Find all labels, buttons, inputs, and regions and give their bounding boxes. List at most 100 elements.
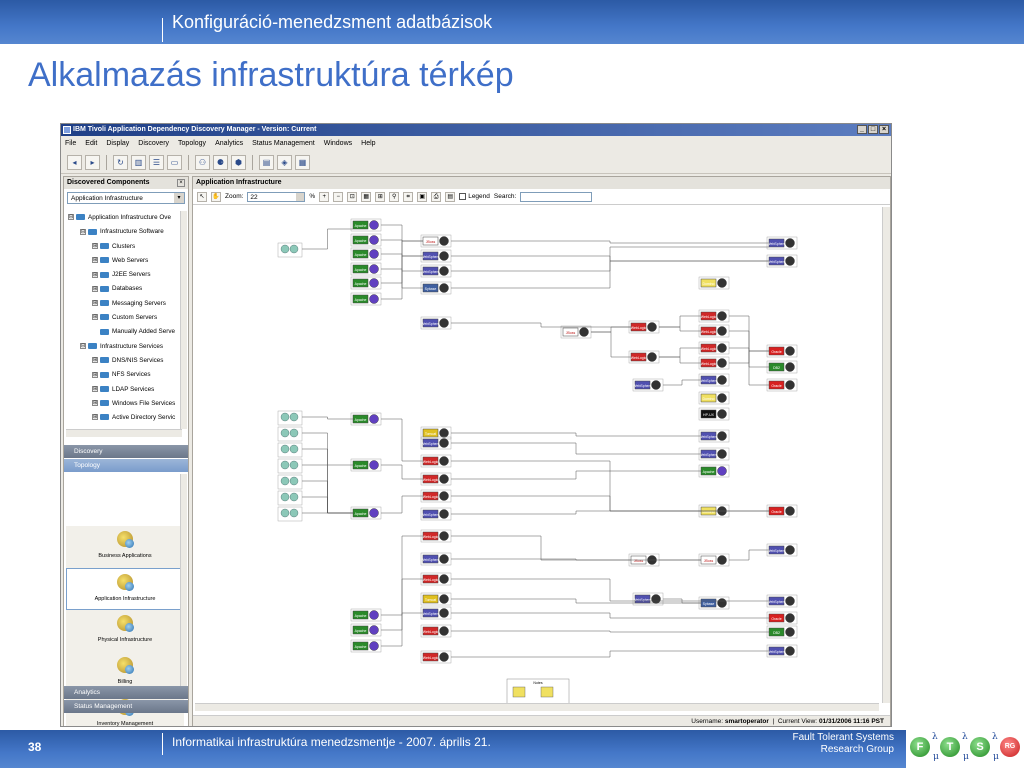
oracle-node[interactable]: Oracle [766, 378, 798, 392]
analytics-icon[interactable]: ▤ [259, 155, 274, 170]
hpux-node[interactable]: HP-UX [698, 407, 730, 421]
folder-icon[interactable]: ▭ [167, 155, 182, 170]
weblogic-node[interactable]: WebLogic [420, 472, 452, 486]
tree-node[interactable]: ⊞ Active Directory Servic [66, 411, 188, 425]
websphere-node[interactable]: WebSphere [632, 378, 664, 392]
tree-node[interactable]: ⊞ Custom Servers [66, 311, 188, 325]
pointer-icon[interactable]: ↖ [197, 191, 207, 202]
maximize-button[interactable]: □ [868, 125, 878, 134]
apache-node[interactable]: Apache [350, 276, 382, 290]
layout-icon[interactable]: ▦ [361, 191, 372, 202]
tomcat-node[interactable]: Tomcat [420, 592, 452, 606]
apache-node[interactable]: Apache [350, 292, 382, 306]
apache-node[interactable]: Apache [350, 233, 382, 247]
minimize-button[interactable]: _ [857, 125, 867, 134]
view-select[interactable]: Application Infrastructure ▾ [67, 192, 185, 204]
apache-node[interactable]: Apache [350, 639, 382, 653]
weblogic-node[interactable]: WebLogic [628, 350, 660, 364]
notes-node[interactable] [540, 686, 554, 698]
expand-icon[interactable]: ⊞ [92, 300, 98, 307]
panel-icon[interactable]: ▥ [131, 155, 146, 170]
sybase-node[interactable]: Sybase [698, 596, 730, 610]
websphere-node[interactable]: WebSphere [766, 594, 798, 608]
tree-node[interactable]: ⊞ NFS Services [66, 368, 188, 382]
canvas-hscrollbar[interactable] [195, 703, 879, 711]
jboss-node[interactable]: JBoss [420, 234, 452, 248]
weblogic-node[interactable]: WebLogic [628, 320, 660, 334]
back-icon[interactable]: ◂ [67, 155, 82, 170]
apache-node[interactable]: Apache [350, 608, 382, 622]
weblogic-node[interactable]: WebLogic [698, 324, 730, 338]
topology-item[interactable]: Physical Infrastructure [66, 610, 184, 652]
expand-icon[interactable]: ⊞ [92, 371, 98, 378]
topology-canvas[interactable]: Apache Apache Apache Apache Apache Apache Apac… [195, 207, 879, 703]
expand-icon[interactable]: ⊞ [92, 257, 98, 264]
tree-hscrollbar[interactable] [66, 429, 182, 437]
tree-node[interactable]: ⊞ LDAP Services [66, 383, 188, 397]
host-group[interactable] [277, 506, 303, 522]
weblogic-node[interactable]: WebLogic [420, 650, 452, 664]
find-icon[interactable]: ⚲ [389, 191, 400, 202]
chevron-down-icon[interactable]: ▾ [174, 193, 184, 203]
highlight-icon[interactable]: ▣ [417, 191, 428, 202]
menu-analytics[interactable]: Analytics [215, 137, 243, 151]
host-group[interactable] [277, 490, 303, 506]
search-input[interactable] [520, 191, 593, 202]
tree-node[interactable]: ⊞ J2EE Servers [66, 268, 188, 282]
domino-node[interactable]: Domino [698, 391, 730, 405]
menu-display[interactable]: Display [106, 137, 129, 151]
tree-node[interactable]: ⊞ Databases [66, 282, 188, 296]
components-icon[interactable]: ⚈ [213, 155, 228, 170]
menu-status-management[interactable]: Status Management [252, 137, 315, 151]
jboss-node[interactable]: JBoss [698, 553, 730, 567]
websphere-node[interactable]: WebSphere [698, 429, 730, 443]
zoom-out-icon[interactable]: − [333, 191, 344, 202]
domino-node[interactable]: Domino [698, 276, 730, 290]
weblogic-node[interactable]: WebLogic [420, 572, 452, 586]
close-panel-icon[interactable]: × [177, 179, 185, 187]
tree-node[interactable]: ⊞ Windows File Services [66, 397, 188, 411]
menu-edit[interactable]: Edit [85, 137, 97, 151]
websphere-node[interactable]: WebSphere [420, 507, 452, 521]
expand-icon[interactable]: ⊞ [92, 285, 98, 292]
print-icon[interactable]: ⎙ [431, 191, 442, 202]
apache-node[interactable]: Apache [350, 247, 382, 261]
zoom-dropdown-icon[interactable] [296, 192, 305, 201]
apache-node[interactable]: Apache [350, 506, 382, 520]
tree-node[interactable]: ⊟ Infrastructure Software [66, 225, 188, 239]
forward-icon[interactable]: ▸ [85, 155, 100, 170]
apache-node[interactable]: Apache [350, 262, 382, 276]
expand-icon[interactable]: ⊞ [92, 357, 98, 364]
notes-node[interactable] [512, 686, 526, 698]
accordion-analytics[interactable]: Analytics [64, 686, 188, 699]
expand-icon[interactable]: ⊟ [80, 228, 86, 235]
pan-hand-icon[interactable]: ✋ [211, 191, 221, 202]
weblogic-node[interactable]: WebLogic [698, 341, 730, 355]
accordion-status-management[interactable]: Status Management [64, 700, 188, 713]
expand-icon[interactable]: ⊞ [92, 400, 98, 407]
websphere-node[interactable]: WebSphere [766, 254, 798, 268]
canvas-vscrollbar[interactable] [882, 207, 890, 703]
topology-scrollbar[interactable] [180, 474, 187, 686]
jboss-node[interactable]: JBoss [560, 325, 592, 339]
fit-icon[interactable]: ⊡ [347, 191, 358, 202]
websphere-node[interactable]: WebSphere [766, 543, 798, 557]
weblogic-node[interactable]: WebLogic [420, 489, 452, 503]
db2-node[interactable]: DB2 [766, 360, 798, 374]
tree-node[interactable]: ⊞ Messaging Servers [66, 297, 188, 311]
weblogic-node[interactable]: WebLogic [698, 356, 730, 370]
close-button[interactable]: × [879, 125, 889, 134]
menu-windows[interactable]: Windows [324, 137, 352, 151]
host-group[interactable] [277, 474, 303, 490]
menu-file[interactable]: File [65, 137, 76, 151]
host-group[interactable] [277, 242, 303, 258]
host-group[interactable] [277, 458, 303, 474]
weblogic-node[interactable]: WebLogic [420, 454, 452, 468]
expand-icon[interactable]: ⊞ [92, 385, 98, 392]
tree-node[interactable]: ⊞ Clusters [66, 240, 188, 254]
export-icon[interactable]: ▤ [445, 191, 456, 202]
legend-checkbox[interactable] [459, 192, 467, 200]
websphere-node[interactable]: WebSphere [420, 316, 452, 330]
tree-node[interactable]: ⊞ Web Servers [66, 254, 188, 268]
websphere-node[interactable]: WebSphere [420, 606, 452, 620]
